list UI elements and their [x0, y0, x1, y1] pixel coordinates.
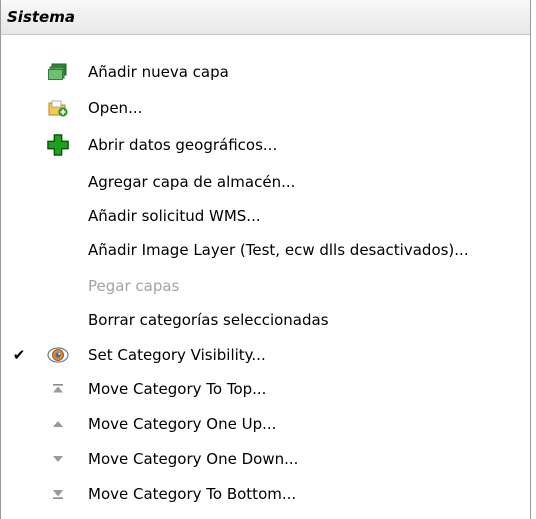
menu-item-add-storage-layer[interactable]: Agregar capa de almacén... — [1, 164, 530, 200]
menu-item-move-category-one-up[interactable]: Move Category One Up... — [1, 406, 530, 442]
menu-item-move-category-one-down[interactable]: Move Category One Down... — [1, 441, 530, 477]
menu-item-label: Abrir datos geográficos... — [88, 136, 278, 154]
menu-item-label: Agregar capa de almacén... — [88, 173, 296, 191]
menu-item-paste-layers: Pegar capas — [1, 268, 530, 304]
green-plus-icon — [47, 134, 69, 156]
layer-icon — [47, 61, 69, 83]
move-to-top-icon — [47, 378, 69, 400]
menu-header-title: Sistema — [7, 8, 75, 26]
menu-item-set-category-visibility[interactable]: ✔ Set Category Visibility... — [1, 337, 530, 373]
move-to-bottom-icon — [47, 483, 69, 505]
menu-item-add-new-layer[interactable]: Añadir nueva capa — [1, 54, 530, 90]
open-folder-icon — [47, 97, 69, 119]
menu-item-add-image-layer[interactable]: Añadir Image Layer (Test, ecw dlls desac… — [1, 232, 530, 268]
menu-item-label: Move Category To Top... — [88, 380, 267, 398]
menu-item-move-category-to-bottom[interactable]: Move Category To Bottom... — [1, 476, 530, 512]
eye-icon — [47, 344, 69, 366]
menu-item-label: Añadir nueva capa — [88, 63, 229, 81]
menu-item-delete-selected-categories[interactable]: Borrar categorías seleccionadas — [1, 302, 530, 338]
menu-item-label: Move Category One Down... — [88, 450, 299, 468]
menu-item-open[interactable]: Open... — [1, 90, 530, 126]
menu-item-move-category-to-top[interactable]: Move Category To Top... — [1, 371, 530, 407]
menu-header: Sistema — [1, 0, 530, 35]
menu-item-label: Añadir Image Layer (Test, ecw dlls desac… — [88, 241, 469, 259]
menu-item-add-wms-request[interactable]: Añadir solicitud WMS... — [1, 198, 530, 234]
menu-item-label: Pegar capas — [88, 277, 180, 295]
menu-item-open-geo-data[interactable]: Abrir datos geográficos... — [1, 127, 530, 163]
menu-item-label: Open... — [88, 99, 143, 117]
context-menu: Sistema Añadir nueva capa Open... Abrir … — [0, 0, 531, 519]
menu-item-label: Añadir solicitud WMS... — [88, 207, 261, 225]
move-up-icon — [47, 413, 69, 435]
menu-item-label: Move Category To Bottom... — [88, 485, 297, 503]
move-down-icon — [47, 448, 69, 470]
menu-item-label: Set Category Visibility... — [88, 346, 266, 364]
menu-item-label: Move Category One Up... — [88, 415, 277, 433]
menu-item-label: Borrar categorías seleccionadas — [88, 311, 329, 329]
checkmark-icon: ✔ — [12, 346, 26, 364]
